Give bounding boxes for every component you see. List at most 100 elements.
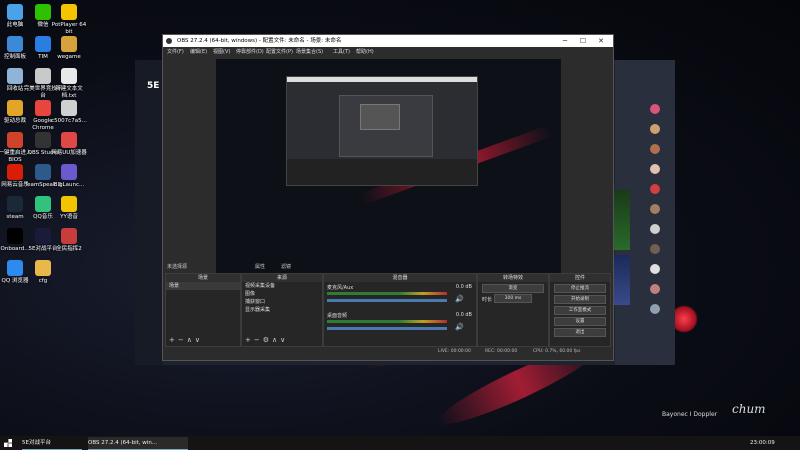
menu-item-profile[interactable]: 配置文件(P) bbox=[266, 47, 293, 57]
window-title: OBS 27.2.4 (64-bit, windows) - 配置文件: 未命名… bbox=[177, 38, 342, 44]
channel-db: 0.0 dB bbox=[455, 312, 472, 318]
avatar[interactable] bbox=[650, 124, 660, 134]
desktop-icon-label: BigLaunc... bbox=[53, 182, 85, 188]
desktop-icon-label: c5007c7a5... bbox=[51, 118, 87, 124]
menu-item-view[interactable]: 视图(V) bbox=[213, 47, 230, 57]
audio-mixer-dock: 混音器 麦克风/Aux 0.0 dB 🔊 桌面音频 0.0 dB 🔊 bbox=[323, 273, 477, 347]
volume-slider[interactable] bbox=[327, 299, 447, 302]
menu-item-edit[interactable]: 编辑(E) bbox=[190, 47, 207, 57]
bios-icon bbox=[7, 132, 23, 148]
menu-item-tools[interactable]: 工具(T) bbox=[333, 47, 350, 57]
avatar[interactable] bbox=[650, 104, 660, 114]
duration-field[interactable]: 300 ms bbox=[494, 294, 532, 303]
scene-buttons[interactable]: +−∧∨ bbox=[169, 336, 203, 344]
folder-icon bbox=[35, 260, 51, 276]
transitions-dock-title: 转场特效 bbox=[478, 274, 548, 282]
source-item[interactable]: 显示器采集 bbox=[242, 306, 322, 314]
volume-slider[interactable] bbox=[327, 327, 447, 330]
system-clock[interactable]: 23:00:09 bbox=[750, 437, 775, 449]
desktop-icon[interactable]: 网易UU加速器 bbox=[48, 132, 90, 157]
speaker-icon[interactable]: 🔊 bbox=[455, 323, 464, 331]
text-file-icon bbox=[61, 68, 77, 84]
desktop-icon[interactable]: PotPlayer 64 bit bbox=[48, 4, 90, 35]
properties-button[interactable]: 属性 bbox=[255, 263, 265, 271]
source-buttons[interactable]: +−⚙∧∨ bbox=[245, 336, 288, 344]
cpu-status: CPU: 0.7%, 60.00 fps bbox=[533, 349, 581, 354]
desktop-icon[interactable]: BigLaunc... bbox=[48, 164, 90, 189]
preview-nested-obs-2 bbox=[339, 95, 433, 157]
desktop-icon-label: 新建文本文档.txt bbox=[55, 86, 83, 99]
scene-list-item[interactable]: 场景 bbox=[166, 282, 240, 290]
avatar[interactable] bbox=[650, 264, 660, 274]
desktop-icon-label: cfg bbox=[38, 278, 48, 284]
desktop-icon-label: 全民指挥2 bbox=[56, 246, 82, 252]
obs-titlebar[interactable]: OBS 27.2.4 (64-bit, windows) - 配置文件: 未命名… bbox=[163, 35, 613, 47]
menu-item-docks[interactable]: 停靠部件(D) bbox=[236, 47, 264, 57]
scenes-dock: 场景 场景 +−∧∨ bbox=[165, 273, 241, 347]
avatar[interactable] bbox=[650, 284, 660, 294]
close-icon[interactable]: ✕ bbox=[595, 35, 607, 47]
scene-info-bar: 未选择源 属性 滤镜 bbox=[163, 263, 613, 271]
desktop-icon[interactable]: 全民指挥2 bbox=[48, 228, 90, 253]
channel-db: 0.0 dB bbox=[455, 284, 472, 290]
wegame-icon bbox=[61, 36, 77, 52]
volume-meter bbox=[327, 292, 447, 295]
volume-meter bbox=[327, 320, 447, 323]
taskbar: 5E对战平台 OBS 27.2.4 (64-bit, win... 23:00:… bbox=[0, 436, 800, 450]
control-panel-icon bbox=[7, 36, 23, 52]
desktop-icon[interactable]: c5007c7a5... bbox=[48, 100, 90, 125]
avatar[interactable] bbox=[650, 164, 660, 174]
menu-item-file[interactable]: 文件(F) bbox=[167, 47, 184, 57]
logitech-icon bbox=[7, 228, 23, 244]
start-recording-button[interactable]: 开始录制 bbox=[554, 295, 606, 304]
settings-button[interactable]: 设置 bbox=[554, 317, 606, 326]
yy-icon bbox=[61, 196, 77, 212]
menu-item-help[interactable]: 帮助(H) bbox=[356, 47, 374, 57]
avatar[interactable] bbox=[650, 244, 660, 254]
desktop-icon-label: wegame bbox=[57, 54, 81, 60]
mixer-dock-title: 混音器 bbox=[324, 274, 476, 282]
avatar[interactable] bbox=[650, 144, 660, 154]
minimize-icon[interactable]: ─ bbox=[559, 35, 571, 47]
obs-preview[interactable] bbox=[216, 59, 561, 284]
document-icon bbox=[61, 100, 77, 116]
desktop-icon[interactable]: cfg bbox=[22, 260, 64, 285]
desktop-icon[interactable]: YY语音 bbox=[48, 196, 90, 221]
mixer-channel: 桌面音频 0.0 dB 🔊 bbox=[324, 310, 476, 338]
filters-button[interactable]: 滤镜 bbox=[281, 263, 291, 271]
exit-button[interactable]: 退出 bbox=[554, 328, 606, 337]
source-item[interactable]: 图像 bbox=[242, 290, 322, 298]
wallpaper-signature: chum bbox=[732, 402, 766, 416]
start-icon[interactable] bbox=[4, 439, 12, 447]
avatar[interactable] bbox=[650, 224, 660, 234]
source-item[interactable]: 视频采集设备 bbox=[242, 282, 322, 290]
menu-item-scene-collection[interactable]: 场景集合(S) bbox=[296, 47, 323, 57]
avatar[interactable] bbox=[650, 304, 660, 314]
steam-icon bbox=[7, 196, 23, 212]
maximize-icon[interactable]: ☐ bbox=[577, 35, 589, 47]
taskbar-item-5e[interactable]: 5E对战平台 bbox=[22, 437, 82, 450]
desktop-icon[interactable]: wegame bbox=[48, 36, 90, 61]
desktop-icon[interactable]: 新建文本文档.txt bbox=[48, 68, 90, 99]
avatar[interactable] bbox=[650, 204, 660, 214]
desktop-icon-label: YY语音 bbox=[60, 214, 78, 220]
taskbar-item-obs[interactable]: OBS 27.2.4 (64-bit, win... bbox=[88, 437, 188, 450]
recycle-bin-icon bbox=[7, 68, 23, 84]
transition-select[interactable]: 渐变 bbox=[482, 284, 544, 293]
source-item[interactable]: 捕获窗口 bbox=[242, 298, 322, 306]
bgapp-sidebar bbox=[135, 60, 163, 365]
controls-dock-title: 控件 bbox=[550, 274, 610, 282]
uu-icon bbox=[61, 132, 77, 148]
avatar[interactable] bbox=[650, 184, 660, 194]
rec-status: REC: 00:00:00 bbox=[485, 349, 518, 354]
studio-mode-button[interactable]: 工作室模式 bbox=[554, 306, 606, 315]
preview-nested-obs-3 bbox=[360, 104, 400, 130]
speaker-icon[interactable]: 🔊 bbox=[455, 295, 464, 303]
sources-dock-title: 来源 bbox=[242, 274, 322, 282]
channel-name: 麦克风/Aux bbox=[327, 285, 354, 291]
qq-browser-icon bbox=[7, 260, 23, 276]
desktop-icon-label: 网易UU加速器 bbox=[51, 150, 87, 156]
no-source-label: 未选择源 bbox=[167, 264, 188, 270]
stop-streaming-button[interactable]: 停止推流 bbox=[554, 284, 606, 293]
obs-window[interactable]: OBS 27.2.4 (64-bit, windows) - 配置文件: 未命名… bbox=[162, 34, 614, 361]
